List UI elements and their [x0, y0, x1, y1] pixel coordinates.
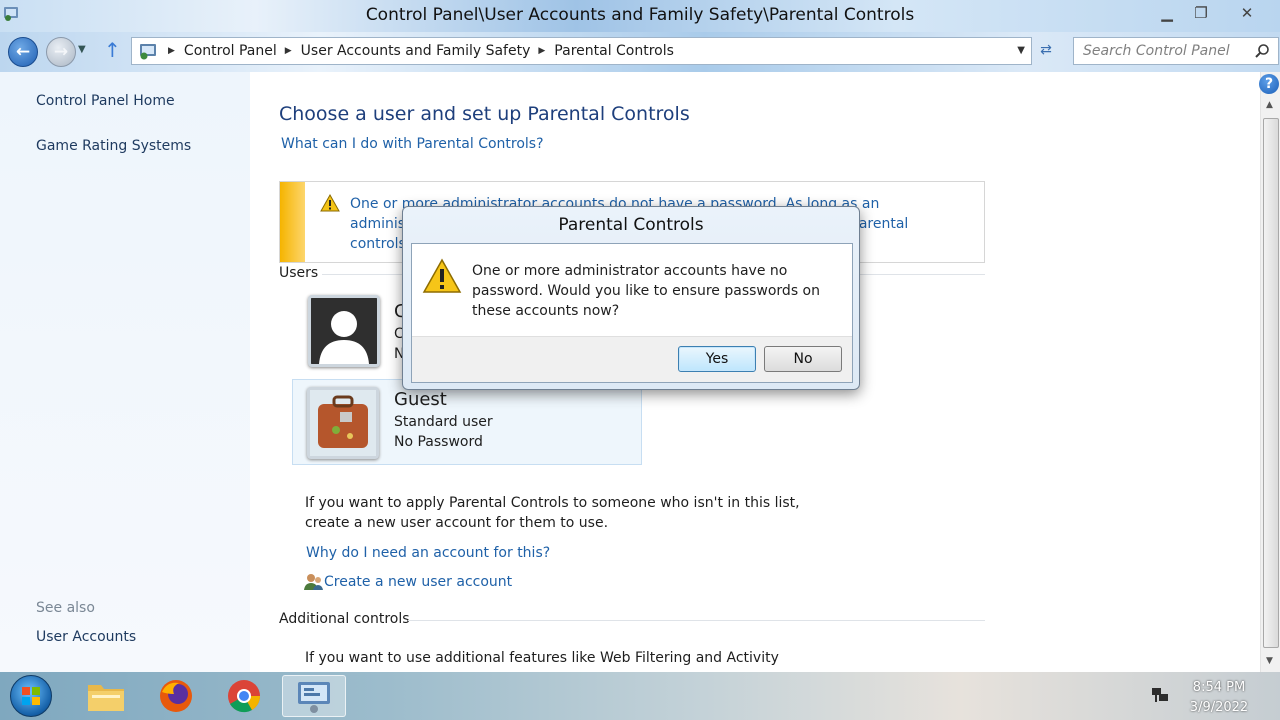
warning-icon [320, 194, 340, 212]
taskbar-firefox[interactable] [144, 675, 208, 717]
user-password-status: No Password [394, 434, 483, 450]
close-button[interactable]: ✕ [1232, 2, 1262, 24]
dialog-message: One or more administrator accounts have … [472, 263, 820, 319]
breadcrumb-parental-controls[interactable]: Parental Controls [554, 43, 674, 59]
control-panel-icon [140, 44, 156, 60]
sidebar-link-control-panel-home[interactable]: Control Panel Home [36, 93, 175, 109]
vertical-scrollbar[interactable]: ▲ ▼ [1260, 72, 1280, 672]
avatar [308, 295, 380, 367]
recent-pages-dropdown[interactable]: ▼ [78, 44, 86, 55]
left-navigation-pane: Control Panel Home Game Rating Systems S… [0, 72, 250, 672]
back-button[interactable]: ← [8, 37, 38, 67]
no-button[interactable]: No [764, 346, 842, 372]
breadcrumb-separator-icon[interactable]: ▶ [538, 46, 545, 56]
user-tile-guest[interactable]: Guest Standard user No Password [292, 379, 642, 465]
scroll-down-icon[interactable]: ▼ [1266, 656, 1273, 666]
guest-suitcase-icon [310, 390, 376, 456]
breadcrumb-control-panel[interactable]: Control Panel [184, 43, 277, 59]
address-dropdown-button[interactable]: ▼ [1017, 45, 1025, 56]
restore-icon: ❐ [1194, 4, 1208, 22]
user-type: Standard user [394, 414, 493, 430]
clock-date: 3/9/2022 [1189, 700, 1249, 715]
dialog-body: One or more administrator accounts have … [411, 243, 853, 383]
system-clock[interactable]: 8:54 PM 3/9/2022 [1184, 678, 1254, 718]
default-user-icon [311, 298, 377, 364]
search-icon[interactable] [1254, 43, 1270, 59]
info-text-line-1: If you want to apply Parental Controls t… [305, 495, 800, 511]
page-title: Choose a user and set up Parental Contro… [279, 103, 690, 125]
refresh-icon: ⇄ [1040, 42, 1052, 58]
parental-controls-dialog: Parental Controls One or more administra… [402, 206, 860, 390]
scroll-up-icon[interactable]: ▲ [1266, 100, 1273, 110]
taskbar: 8:54 PM 3/9/2022 [0, 672, 1280, 720]
chevron-down-icon: ▼ [78, 44, 86, 55]
clock-time: 8:54 PM [1192, 680, 1246, 695]
dialog-footer: Yes No [412, 336, 852, 382]
back-arrow-icon: ← [15, 42, 31, 62]
additional-divider [408, 620, 985, 621]
why-account-link[interactable]: Why do I need an account for this? [306, 543, 550, 563]
start-button[interactable] [10, 675, 52, 717]
help-link[interactable]: What can I do with Parental Controls? [281, 136, 544, 152]
taskbar-chrome[interactable] [212, 675, 276, 717]
restore-button[interactable]: ❐ [1186, 2, 1216, 24]
breadcrumb-separator-icon: ▶ [168, 46, 175, 56]
warning-icon [422, 258, 462, 293]
sidebar-link-user-accounts[interactable]: User Accounts [36, 629, 136, 645]
yes-button[interactable]: Yes [678, 346, 756, 372]
see-also-heading: See also [36, 600, 95, 616]
avatar [307, 387, 379, 459]
minimize-icon: ▁ [1161, 4, 1173, 22]
refresh-button[interactable]: ⇄ [1035, 42, 1057, 62]
user-name: Guest [394, 389, 447, 410]
windows-logo-icon [22, 687, 40, 705]
help-icon[interactable]: ? [1259, 74, 1279, 94]
search-input[interactable] [1074, 38, 1244, 64]
users-heading: Users [279, 265, 319, 281]
title-bar: Control Panel\User Accounts and Family S… [0, 0, 1280, 32]
address-bar[interactable]: ▶ Control Panel ▶ User Accounts and Fami… [131, 37, 1032, 65]
warning-accent-bar [280, 182, 305, 262]
sidebar-link-game-rating-systems[interactable]: Game Rating Systems [36, 138, 191, 154]
chrome-icon [228, 680, 261, 713]
search-box[interactable] [1073, 37, 1279, 65]
up-button[interactable]: ↑ [104, 38, 121, 62]
close-icon: ✕ [1240, 4, 1254, 22]
window-title: Control Panel\User Accounts and Family S… [365, 5, 915, 25]
network-icon[interactable] [1150, 686, 1170, 704]
create-user-account-link[interactable]: Create a new user account [324, 572, 512, 592]
breadcrumb-separator-icon[interactable]: ▶ [285, 46, 292, 56]
add-user-icon [304, 574, 323, 590]
navigation-bar: ← → ▼ ↑ ▶ Control Panel ▶ User Accounts … [0, 32, 1280, 72]
taskbar-file-explorer[interactable] [74, 675, 138, 717]
additional-controls-text: If you want to use additional features l… [305, 650, 779, 666]
dialog-title: Parental Controls [558, 215, 704, 235]
scroll-thumb[interactable] [1263, 118, 1279, 648]
info-text-line-2: create a new user account for them to us… [305, 515, 609, 531]
firefox-icon [160, 680, 192, 712]
breadcrumb-user-accounts[interactable]: User Accounts and Family Safety [301, 43, 531, 59]
minimize-button[interactable]: ▁ [1152, 2, 1182, 24]
forward-button[interactable]: → [46, 37, 76, 67]
additional-controls-heading: Additional controls [279, 611, 410, 627]
control-panel-icon [298, 682, 330, 713]
up-arrow-icon: ↑ [104, 38, 121, 62]
file-explorer-icon [88, 685, 124, 711]
create-account-row[interactable]: Create a new user account [304, 572, 512, 592]
taskbar-control-panel[interactable] [282, 675, 346, 717]
forward-arrow-icon: → [53, 42, 69, 62]
